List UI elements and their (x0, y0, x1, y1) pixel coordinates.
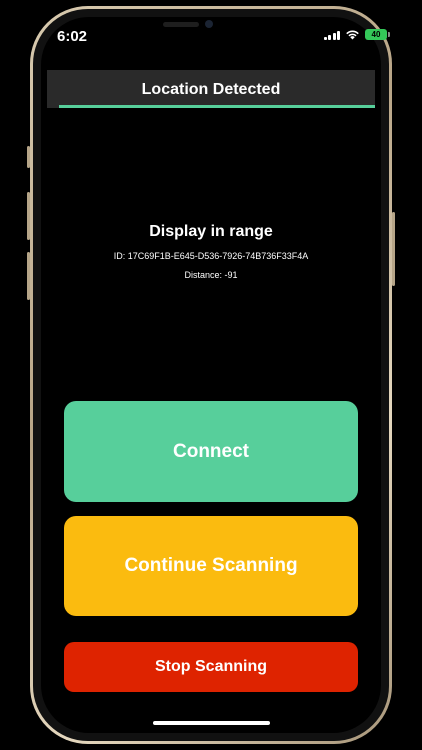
app-header: Location Detected (47, 70, 375, 108)
device-status-title: Display in range (149, 223, 273, 240)
page-title: Location Detected (141, 81, 281, 98)
continue-scanning-button[interactable]: Continue Scanning (64, 516, 358, 616)
phone-bezel (33, 9, 389, 741)
phone-frame (30, 6, 392, 744)
wifi-icon (346, 30, 359, 40)
speaker-grille (163, 22, 199, 27)
status-icons: 40 (323, 29, 390, 40)
header-underline (59, 105, 375, 108)
cellular-signal-icon (323, 30, 340, 40)
battery-icon: 40 (365, 29, 390, 40)
connect-button[interactable]: Connect (64, 401, 358, 502)
stop-scanning-button[interactable]: Stop Scanning (64, 642, 358, 692)
phone-screen (41, 17, 381, 733)
front-camera-icon (205, 20, 213, 28)
home-indicator[interactable] (153, 721, 270, 725)
status-time: 6:02 (56, 28, 88, 45)
device-id-text: ID: 17C69F1B-E645-D536-7926-74B736F33F4A (113, 251, 309, 261)
device-distance-text: Distance: -91 (184, 270, 238, 280)
app-screen: 6:02 40 Location Detected Display in ran… (0, 0, 422, 750)
